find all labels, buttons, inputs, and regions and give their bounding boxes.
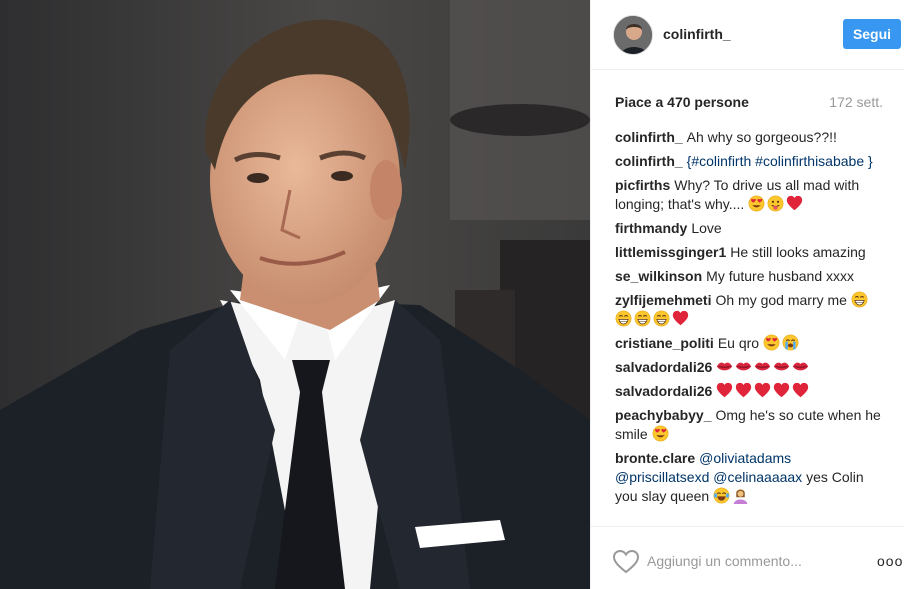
- lips-emoji-icon: [717, 362, 733, 371]
- post-sidebar: colinfirth_ Segui Piace a 470 persone 17…: [590, 0, 904, 589]
- red-heart-emoji-icon: [672, 310, 689, 326]
- comment-text: He still looks amazing: [730, 244, 866, 260]
- likes-count[interactable]: Piace a 470 persone: [615, 94, 749, 110]
- red-heart-emoji-icon: [787, 195, 803, 211]
- likes-row: Piace a 470 persone 172 sett.: [615, 94, 883, 112]
- crying-emoji-icon: [782, 334, 799, 351]
- comment-username[interactable]: bronte.clare: [615, 450, 695, 466]
- comment-username[interactable]: colinfirth_: [615, 129, 683, 145]
- comment-item: littlemissginger1 He still looks amazing: [615, 243, 885, 262]
- comment-item: firthmandy Love: [615, 219, 885, 238]
- comment-text: My future husband xxxx: [706, 268, 855, 284]
- comment-text: Eu qro: [717, 335, 760, 351]
- comment-item: picfirths Why? To drive us all mad with l…: [615, 176, 885, 214]
- comment-item: salvadordali26: [615, 358, 885, 377]
- red-heart-emoji-icon: [736, 382, 752, 398]
- username-link[interactable]: colinfirth_: [663, 26, 731, 42]
- raising-hands-emoji-icon: [733, 489, 748, 504]
- red-heart-emoji-icon: [793, 382, 809, 398]
- post-photo[interactable]: [0, 0, 590, 589]
- grin-emoji-icon: [634, 310, 651, 327]
- joy-emoji-icon: [713, 487, 730, 504]
- comment-username[interactable]: peachybabyy_: [615, 407, 712, 423]
- heart-eyes-emoji-icon: [652, 425, 668, 442]
- comment-bar: ooo: [591, 526, 904, 589]
- comment-item: colinfirth_ {#colinfirth #colinfirthisaba…: [615, 152, 885, 171]
- comments-list[interactable]: colinfirth_ Ah why so gorgeous??!! colinfi…: [615, 128, 885, 522]
- comment-text: Oh my god marry me: [715, 292, 847, 308]
- heart-eyes-emoji-icon: [763, 334, 780, 351]
- grin-emoji-icon: [615, 310, 632, 327]
- comment-item: colinfirth_ Ah why so gorgeous??!!: [615, 128, 885, 147]
- comment-username[interactable]: colinfirth_: [615, 153, 683, 169]
- comment-item: salvadordali26: [615, 382, 885, 401]
- avatar-image: [614, 16, 652, 54]
- grin-emoji-icon: [851, 291, 868, 308]
- more-options-button[interactable]: ooo: [877, 554, 902, 568]
- comment-text: Love: [691, 220, 722, 236]
- comment-input[interactable]: [647, 549, 847, 573]
- comment-item: zylfijemehmeti Oh my god marry me: [615, 291, 885, 329]
- comment-item: ...: [615, 511, 885, 522]
- comment-item: bronte.clare @oliviatadams @priscillatsex…: [615, 449, 885, 506]
- comment-item: se_wilkinson My future husband xxxx: [615, 267, 885, 286]
- comment-username[interactable]: cristiane_politi: [615, 335, 714, 351]
- comment-username[interactable]: zylfijemehmeti: [615, 292, 711, 308]
- comment-username[interactable]: firthmandy: [615, 220, 687, 236]
- lips-emoji-icon: [736, 362, 752, 371]
- comment-username[interactable]: salvadordali26: [615, 383, 712, 399]
- comment-text: Ah why so gorgeous??!!: [686, 129, 837, 145]
- lips-emoji-icon: [793, 362, 809, 371]
- follow-button[interactable]: Segui: [843, 19, 901, 49]
- red-heart-emoji-icon: [755, 382, 771, 398]
- comment-item: cristiane_politi Eu qro: [615, 334, 885, 353]
- portrait-image: [0, 0, 590, 589]
- comment-username[interactable]: salvadordali26: [615, 359, 712, 375]
- grin-emoji-icon: [653, 310, 670, 327]
- comment-item: peachybabyy_ Omg he's so cute when he smi…: [615, 406, 885, 444]
- avatar[interactable]: [613, 15, 653, 55]
- red-heart-emoji-icon: [717, 382, 733, 398]
- heart-eyes-emoji-icon: [748, 195, 765, 212]
- comment-username[interactable]: littlemissginger1: [615, 244, 726, 260]
- post-header: colinfirth_ Segui: [591, 0, 904, 70]
- like-heart-icon[interactable]: [612, 549, 640, 574]
- comment-username[interactable]: picfirths: [615, 177, 670, 193]
- red-heart-emoji-icon: [774, 382, 790, 398]
- comment-hashtags[interactable]: {#colinfirth #colinfirthisababe }: [687, 153, 873, 169]
- lips-emoji-icon: [755, 362, 771, 371]
- lips-emoji-icon: [774, 362, 790, 371]
- comment-username[interactable]: se_wilkinson: [615, 268, 702, 284]
- tongue-emoji-icon: [767, 195, 784, 212]
- comment-username[interactable]: ...: [615, 512, 627, 522]
- post-age[interactable]: 172 sett.: [829, 94, 883, 110]
